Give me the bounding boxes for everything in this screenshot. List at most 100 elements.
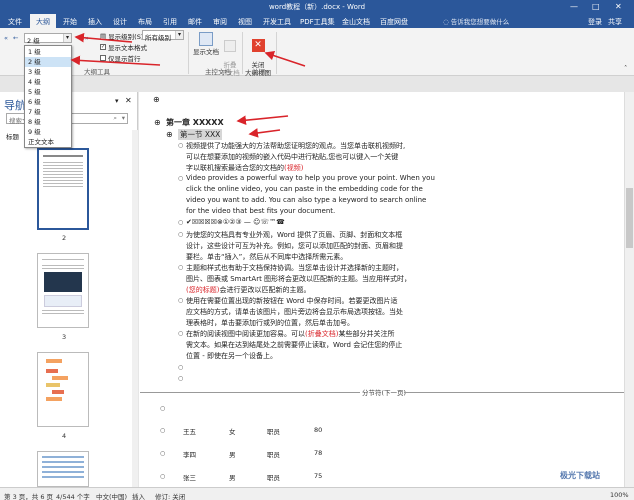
para4-line3[interactable]: (您的标题)会进行更改以匹配新的主题。 [186,285,310,295]
share-button[interactable]: 共享 [608,17,622,27]
level-option-5[interactable]: 5 级 [25,87,71,97]
para2-line4[interactable]: for the video that best fits your docume… [186,207,335,215]
table-cell[interactable]: 李四 [183,449,196,459]
checkbox-checked-icon[interactable]: ✓ [100,44,106,50]
page-thumbnail-2[interactable] [37,148,89,230]
para1-line3[interactable]: 字以联机搜索最适合您的文档的(视频) [186,163,303,173]
level-option-9[interactable]: 9 级 [25,127,71,137]
bullet-icon[interactable]: ○ [178,297,183,304]
tab-pdf[interactable]: PDF工具集 [300,17,335,27]
document-scrollbar[interactable] [624,92,634,487]
chevron-down-icon[interactable]: ▾ [63,34,71,42]
promote-icon[interactable]: ← [13,34,18,42]
outline-expand-icon[interactable]: ⊕ [166,130,173,139]
search-icon[interactable]: ⌕ [113,114,117,123]
heading-section[interactable]: 第一节 XXX [178,129,223,140]
table-cell[interactable]: 80 [314,426,322,434]
tab-view[interactable]: 视图 [238,17,252,27]
para1-line1[interactable]: 视频提供了功能强大的方法帮助您证明您的观点。当您单击联机视频时, [186,141,405,151]
bullet-icon[interactable]: ○ [178,231,183,238]
table-cell[interactable]: 职员 [267,449,280,459]
status-language[interactable]: 中文(中国) [96,491,127,500]
status-insert-mode[interactable]: 插入 [132,491,145,500]
para6-line3[interactable]: 位置 - 即使在另一个设备上。 [186,351,277,361]
para2-line2[interactable]: click the online video, you can paste in… [186,185,423,193]
para5-line2[interactable]: 应文档的方式，请单击该图片，图片旁边将会显示布局选项按钮。当处 [186,307,403,317]
para3-line1[interactable]: 为使您的文档具有专业外观，Word 提供了页眉、页脚、封面和文本框 [186,230,402,240]
status-words[interactable]: 4/544 个字 [56,491,90,500]
level-option-7[interactable]: 7 级 [25,107,71,117]
tab-kdocs[interactable]: 金山文档 [342,17,370,27]
tab-review[interactable]: 审阅 [213,17,227,27]
scrollbar-thumb[interactable] [626,188,633,248]
page-thumbnail-3[interactable] [37,253,89,328]
bullet-icon[interactable]: ○ [160,450,165,457]
para2-line1[interactable]: Video provides a powerful way to help yo… [186,174,435,182]
nav-scrollbar[interactable] [132,130,138,487]
status-zoom[interactable]: 100% [610,491,629,499]
page-thumbnail-5[interactable] [37,451,89,487]
login-link[interactable]: 登录 [588,17,602,27]
status-revisions[interactable]: 修订: 关闭 [155,491,185,500]
bullet-icon[interactable]: ○ [160,427,165,434]
maximize-button[interactable]: □ [592,2,600,11]
show-document-button[interactable]: 显示文档 [193,32,219,56]
table-cell[interactable]: 职员 [267,472,280,482]
outline-expand-icon[interactable]: ⊕ [154,118,161,127]
close-window-button[interactable]: ✕ [615,2,622,11]
level-option-6[interactable]: 6 级 [25,97,71,107]
chevron-down-icon[interactable]: ▾ [122,114,125,122]
chevron-down-icon[interactable]: ▾ [175,31,183,39]
nav-options-icon[interactable]: ▾ [115,97,119,105]
bullet-icon[interactable]: ○ [178,375,183,382]
tab-mailings[interactable]: 邮件 [188,17,202,27]
tab-outline[interactable]: 大纲 [30,14,56,28]
para6-line1[interactable]: 在新的阅读视图中阅读更加容易。可以(折叠文档)某些部分并关注所 [186,329,394,339]
para5-line3[interactable]: 理表格时，单击要添加行或列的位置，然后单击加号。 [186,318,354,328]
level-option-3[interactable]: 3 级 [25,67,71,77]
show-text-format-checkbox[interactable]: ✓ 显示文本格式 [100,42,147,52]
bullet-icon[interactable]: ○ [178,142,183,149]
nav-tab-headings[interactable]: 标题 [6,131,19,141]
heading-chapter[interactable]: 第一章 XXXXX [166,117,224,128]
table-cell[interactable]: 职员 [267,426,280,436]
tab-baidu[interactable]: 百度网盘 [380,17,408,27]
table-cell[interactable]: 男 [229,472,236,482]
tab-file[interactable]: 文件 [8,17,22,27]
tell-me-search[interactable]: ◌ 告诉我您想要做什么 [443,16,563,26]
table-cell[interactable]: 78 [314,449,322,457]
bullet-icon[interactable]: ○ [178,330,183,337]
level-option-1[interactable]: 1 级 [25,47,71,57]
level-option-2[interactable]: 2 级 [25,57,71,67]
para2-line3[interactable]: video you want to add. You can also type… [186,196,426,204]
bullet-icon[interactable]: ○ [178,175,183,182]
page-thumbnail-4[interactable] [37,352,89,427]
checkbox-empty-icon[interactable] [100,55,106,61]
demote-icon[interactable]: → [76,34,81,42]
level-option-8[interactable]: 8 级 [25,117,71,127]
show-level-select[interactable]: 所有级别 ▾ [142,30,184,42]
bullet-icon[interactable]: ○ [178,364,183,371]
bullet-icon[interactable]: ○ [160,405,165,412]
para5-line1[interactable]: 使用在需要位置出现的新按钮在 Word 中保存时间。若要更改图片适 [186,296,397,306]
outline-expand-icon[interactable]: ⊕ [153,95,160,104]
tab-insert[interactable]: 插入 [88,17,102,27]
nav-close-icon[interactable]: ✕ [125,96,132,105]
para6-line2[interactable]: 需文本。如果在达到结尾处之前需要停止读取，Word 会记住您的停止 [186,340,402,350]
minimize-button[interactable]: — [570,2,578,11]
first-line-only-checkbox[interactable]: 仅显示首行 [100,53,141,63]
table-cell[interactable]: 75 [314,472,322,480]
para4-line1[interactable]: 主题和样式也有助于文档保持协调。当您单击设计并选择新的主题时， [186,263,403,273]
outline-level-select[interactable]: 2 级 ▾ [24,33,72,45]
bullet-icon[interactable]: ○ [160,473,165,480]
para3-line2[interactable]: 设计，这些设计可互为补充。例如，您可以添加匹配的封面、页眉和提 [186,241,403,251]
table-cell[interactable]: 男 [229,449,236,459]
table-cell[interactable]: 女 [229,426,236,436]
promote-left-icon[interactable]: « [4,34,8,42]
level-option-4[interactable]: 4 级 [25,77,71,87]
tab-layout[interactable]: 布局 [138,17,152,27]
table-cell[interactable]: 王五 [183,426,196,436]
tab-home[interactable]: 开始 [63,17,77,27]
para1-line2[interactable]: 可以在想要添加的视频的嵌入代码中进行粘贴,您也可以键入一个关键 [186,152,398,162]
symbols-line[interactable]: ✔☒☒☒☒⊗①②③ — ☺☏™☎ [186,218,285,226]
